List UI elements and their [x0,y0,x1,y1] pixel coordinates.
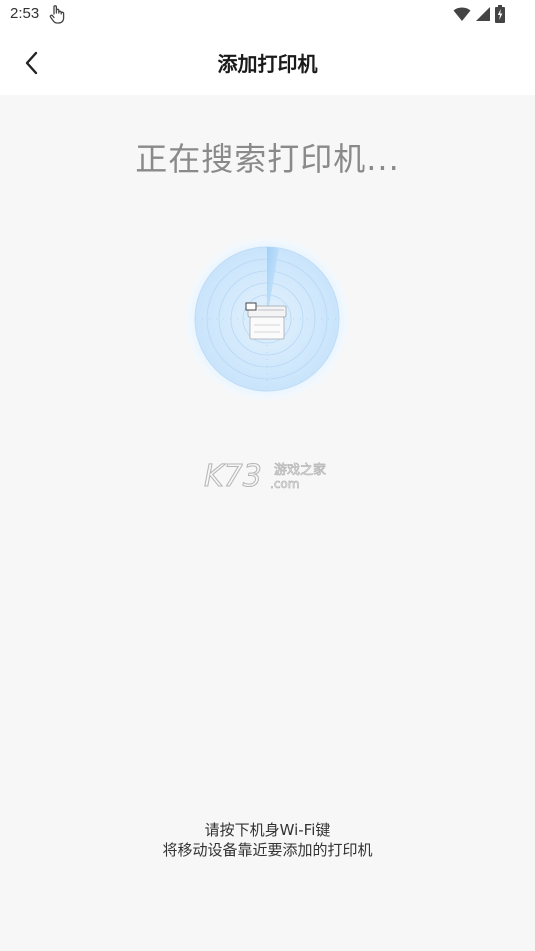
battery-charging-icon [495,5,505,23]
status-time: 2:53 [10,5,40,22]
svg-text:游戏之家: 游戏之家 [274,462,326,478]
nav-bar: 添加打印机 [0,30,535,95]
status-bar: 2:53 [0,0,535,30]
status-icons [453,5,505,23]
instruction-line-1: 请按下机身Wi-Fi键 [204,821,331,839]
cell-signal-icon [476,7,490,21]
svg-text:K73: K73 [204,459,262,492]
instruction-line-2: 将移动设备靠近要添加的打印机 [162,841,373,859]
printer-icon [245,302,287,340]
svg-text:.com: .com [270,477,299,491]
k73-watermark-logo: K73 游戏之家 .com [204,459,326,493]
touch-hand-icon [49,5,65,24]
page-title: 添加打印机 [217,52,318,76]
wifi-icon [453,7,471,21]
instruction-text: 请按下机身Wi-Fi键 将移动设备靠近要添加的打印机 [0,820,535,860]
searching-status-text: 正在搜索打印机... [135,140,400,178]
printer-radar-icon [182,234,352,404]
